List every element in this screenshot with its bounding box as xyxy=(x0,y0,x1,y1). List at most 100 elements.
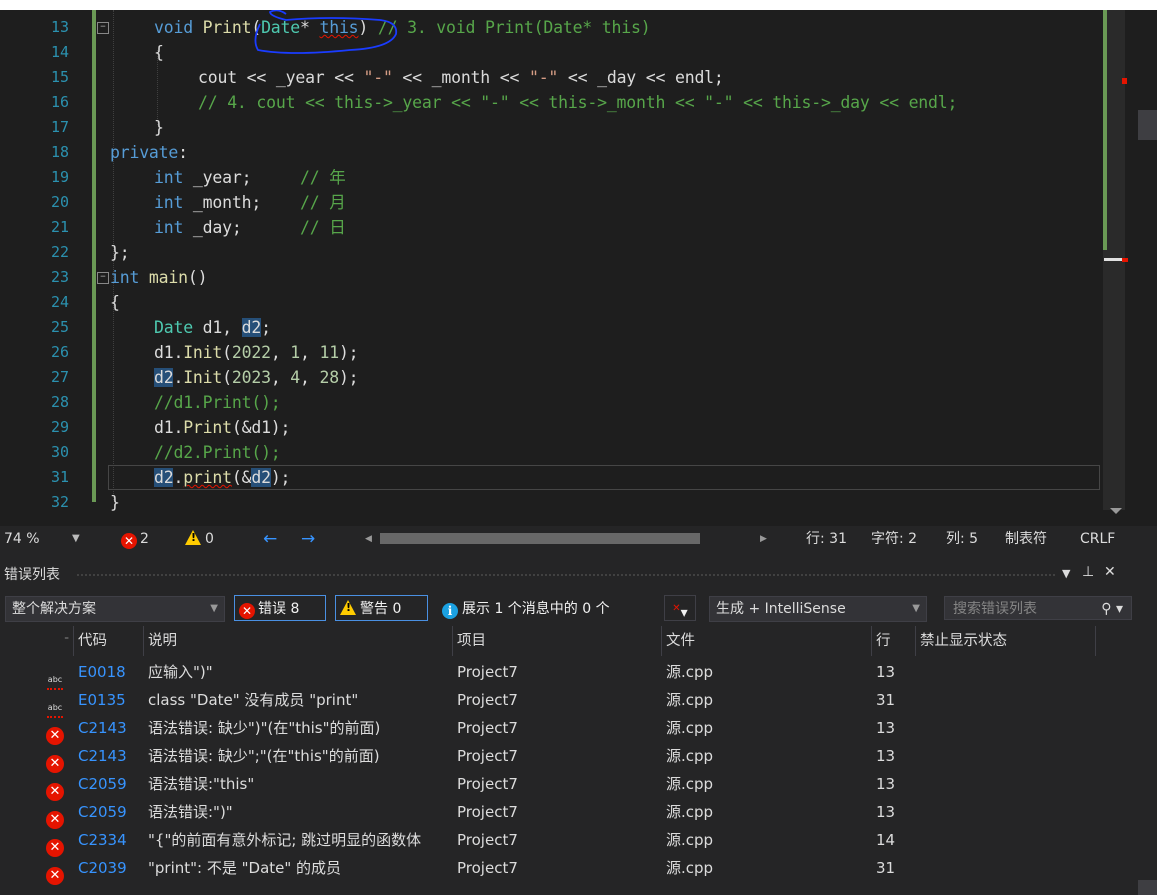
brace: { xyxy=(110,293,120,312)
warning-icon xyxy=(185,530,201,545)
code-editor[interactable]: 13 − void Print(Date* this) // 3. void P… xyxy=(0,10,1157,526)
member-decl: _month; xyxy=(183,193,262,212)
code-line-21[interactable]: 21 int _day; // 日 xyxy=(0,215,1100,240)
code-line-15[interactable]: 15 cout << _year << "-" << _month << "-"… xyxy=(0,65,1100,90)
navigate-forward-icon[interactable]: → xyxy=(301,526,315,552)
column-header-file[interactable]: 文件 xyxy=(662,626,872,656)
table-row[interactable]: ✕ C2039 "print": 不是 "Date" 的成员 Project7 源.cp… xyxy=(0,854,1157,885)
error-file: 源.cpp xyxy=(666,691,714,709)
code-line-26[interactable]: 26 d1.Init(2022, 1, 11); xyxy=(0,340,1100,365)
panel-menu-icon[interactable]: ▼ xyxy=(1062,567,1070,580)
error-file: 源.cpp xyxy=(666,747,714,765)
error-code-link[interactable]: C2059 xyxy=(78,798,144,826)
keyword-int: int xyxy=(110,268,140,287)
error-code-link[interactable]: E0018 xyxy=(78,658,144,686)
code-line-14[interactable]: 14 { xyxy=(0,40,1100,65)
horizontal-scroll-thumb[interactable] xyxy=(380,533,700,544)
zoom-level[interactable]: 74 % xyxy=(4,526,40,552)
error-description: "{"的前面有意外标记; 跳过明显的函数体 xyxy=(148,831,422,849)
code-line-17[interactable]: 17 } xyxy=(0,115,1100,140)
search-icon[interactable]: ⚲ ▾ xyxy=(1101,597,1123,621)
scroll-left-icon[interactable]: ◀ xyxy=(365,526,372,552)
column-header-line[interactable]: 行 xyxy=(872,626,916,656)
code-line-30[interactable]: 30 //d2.Print(); xyxy=(0,440,1100,465)
line-ending[interactable]: CRLF xyxy=(1080,526,1115,552)
error-code-link[interactable]: C2039 xyxy=(78,854,144,882)
error-code-link[interactable]: C2143 xyxy=(78,714,144,742)
line-number: 27 xyxy=(50,368,69,386)
code-line-18[interactable]: 18 private: xyxy=(0,140,1100,165)
warning-count[interactable]: 0 xyxy=(185,526,214,552)
pin-icon[interactable]: ⊥ xyxy=(1082,564,1094,580)
table-row[interactable]: ✕ C2059 语法错误:"this" Project7 源.cpp 13 xyxy=(0,770,1157,801)
table-row[interactable]: abc E0135 class "Date" 没有成员 "print" Project… xyxy=(0,686,1157,718)
scroll-down-icon[interactable] xyxy=(1110,508,1122,514)
column-header-description[interactable]: 说明 xyxy=(144,626,453,656)
warnings-filter-button[interactable]: 警告 0 xyxy=(335,595,428,621)
code-line-13[interactable]: 13 − void Print(Date* this) // 3. void P… xyxy=(0,15,1100,40)
warnings-filter-label: 警告 0 xyxy=(360,601,402,617)
code-line-22[interactable]: 22 }; xyxy=(0,240,1100,265)
column-header-project[interactable]: 项目 xyxy=(453,626,662,656)
error-code-link[interactable]: C2059 xyxy=(78,770,144,798)
vertical-scroll-thumb[interactable] xyxy=(1138,110,1157,140)
code-line-23[interactable]: 23 − int main() xyxy=(0,265,1100,290)
string-literal: "-" xyxy=(528,68,559,87)
error-code-link[interactable]: E0135 xyxy=(78,686,144,714)
navigate-back-icon[interactable]: ← xyxy=(263,526,277,552)
error-line: 31 xyxy=(876,691,896,709)
messages-filter-button[interactable]: i 展示 1 个消息中的 0 个 xyxy=(437,595,654,621)
highlighted-reference: d2 xyxy=(251,468,271,487)
highlighted-reference: d2 xyxy=(154,368,174,387)
filter-button[interactable]: ✕▾ xyxy=(664,595,696,621)
number-literal: 28 xyxy=(319,368,339,387)
search-input[interactable]: 搜索错误列表 ⚲ ▾ xyxy=(944,596,1132,620)
error-line: 13 xyxy=(876,803,896,821)
horizontal-scrollbar[interactable] xyxy=(380,533,758,544)
code-line-28[interactable]: 28 //d1.Print(); xyxy=(0,390,1100,415)
editor-status-bar: 74 % ▼ ✕2 0 ← → ◀ ▶ 行: 31 字符: 2 列: 5 制表符… xyxy=(0,526,1157,552)
punctuation: . xyxy=(173,468,184,487)
table-row[interactable]: ✕ C2334 "{"的前面有意外标记; 跳过明显的函数体 Project7 源.cpp… xyxy=(0,826,1157,857)
panel-title-grip[interactable] xyxy=(76,573,1056,577)
collapse-toggle-icon[interactable]: − xyxy=(97,22,109,34)
code-line-31-current[interactable]: 31 d2.print(&d2); xyxy=(0,465,1100,490)
code-line-32[interactable]: 32 } xyxy=(0,490,1100,515)
sort-column-icon[interactable]: ⁼ xyxy=(0,626,74,656)
tab-mode[interactable]: 制表符 xyxy=(1005,526,1047,552)
code-line-20[interactable]: 20 int _month; // 月 xyxy=(0,190,1100,215)
error-description: 语法错误: 缺少")"(在"this"的前面) xyxy=(148,719,381,737)
function-name-error[interactable]: print xyxy=(183,468,232,487)
table-row[interactable]: ✕ C2143 语法错误: 缺少")"(在"this"的前面) Project7 源.c… xyxy=(0,714,1157,745)
build-filter-dropdown[interactable]: 生成 + IntelliSense ▼ xyxy=(709,596,927,622)
error-code-link[interactable]: C2334 xyxy=(78,826,144,854)
code-line-16[interactable]: 16 // 4. cout << this->_year << "-" << t… xyxy=(0,90,1100,115)
column-header-code[interactable]: 代码 xyxy=(74,626,144,656)
errors-filter-button[interactable]: ✕ 错误 8 xyxy=(234,595,326,621)
error-project: Project7 xyxy=(457,747,518,765)
line-number: 18 xyxy=(50,143,69,161)
scope-dropdown[interactable]: 整个解决方案 ▼ xyxy=(5,596,225,622)
table-row[interactable]: ✕ C2143 语法错误: 缺少";"(在"this"的前面) Project7 源.c… xyxy=(0,742,1157,773)
code-line-19[interactable]: 19 int _year; // 年 xyxy=(0,165,1100,190)
code-token: << xyxy=(324,68,364,87)
column-header-suppression[interactable]: 禁止显示状态 xyxy=(916,626,1096,656)
zoom-dropdown-icon[interactable]: ▼ xyxy=(72,526,80,552)
code-line-29[interactable]: 29 d1.Print(&d1); xyxy=(0,415,1100,440)
scroll-right-icon[interactable]: ▶ xyxy=(760,526,767,552)
collapse-toggle-icon[interactable]: − xyxy=(97,272,109,284)
error-count[interactable]: ✕ 2 xyxy=(121,526,149,552)
table-row[interactable]: abc E0018 应输入")" Project7 源.cpp 13 xyxy=(0,658,1157,690)
code-token: d1, xyxy=(192,318,242,337)
error-code-link[interactable]: C2143 xyxy=(78,742,144,770)
code-token: << xyxy=(490,68,529,87)
line-number: 28 xyxy=(50,393,69,411)
code-line-25[interactable]: 25 Date d1, d2; xyxy=(0,315,1100,340)
highlighted-reference: d2 xyxy=(154,468,174,487)
code-line-24[interactable]: 24 { xyxy=(0,290,1100,315)
info-icon: i xyxy=(442,603,458,619)
close-panel-icon[interactable]: ✕ xyxy=(1104,564,1116,580)
table-row[interactable]: ✕ C2059 语法错误:")" Project7 源.cpp 13 xyxy=(0,798,1157,829)
error-project: Project7 xyxy=(457,663,518,681)
code-line-27[interactable]: 27 d2.Init(2023, 4, 28); xyxy=(0,365,1100,390)
